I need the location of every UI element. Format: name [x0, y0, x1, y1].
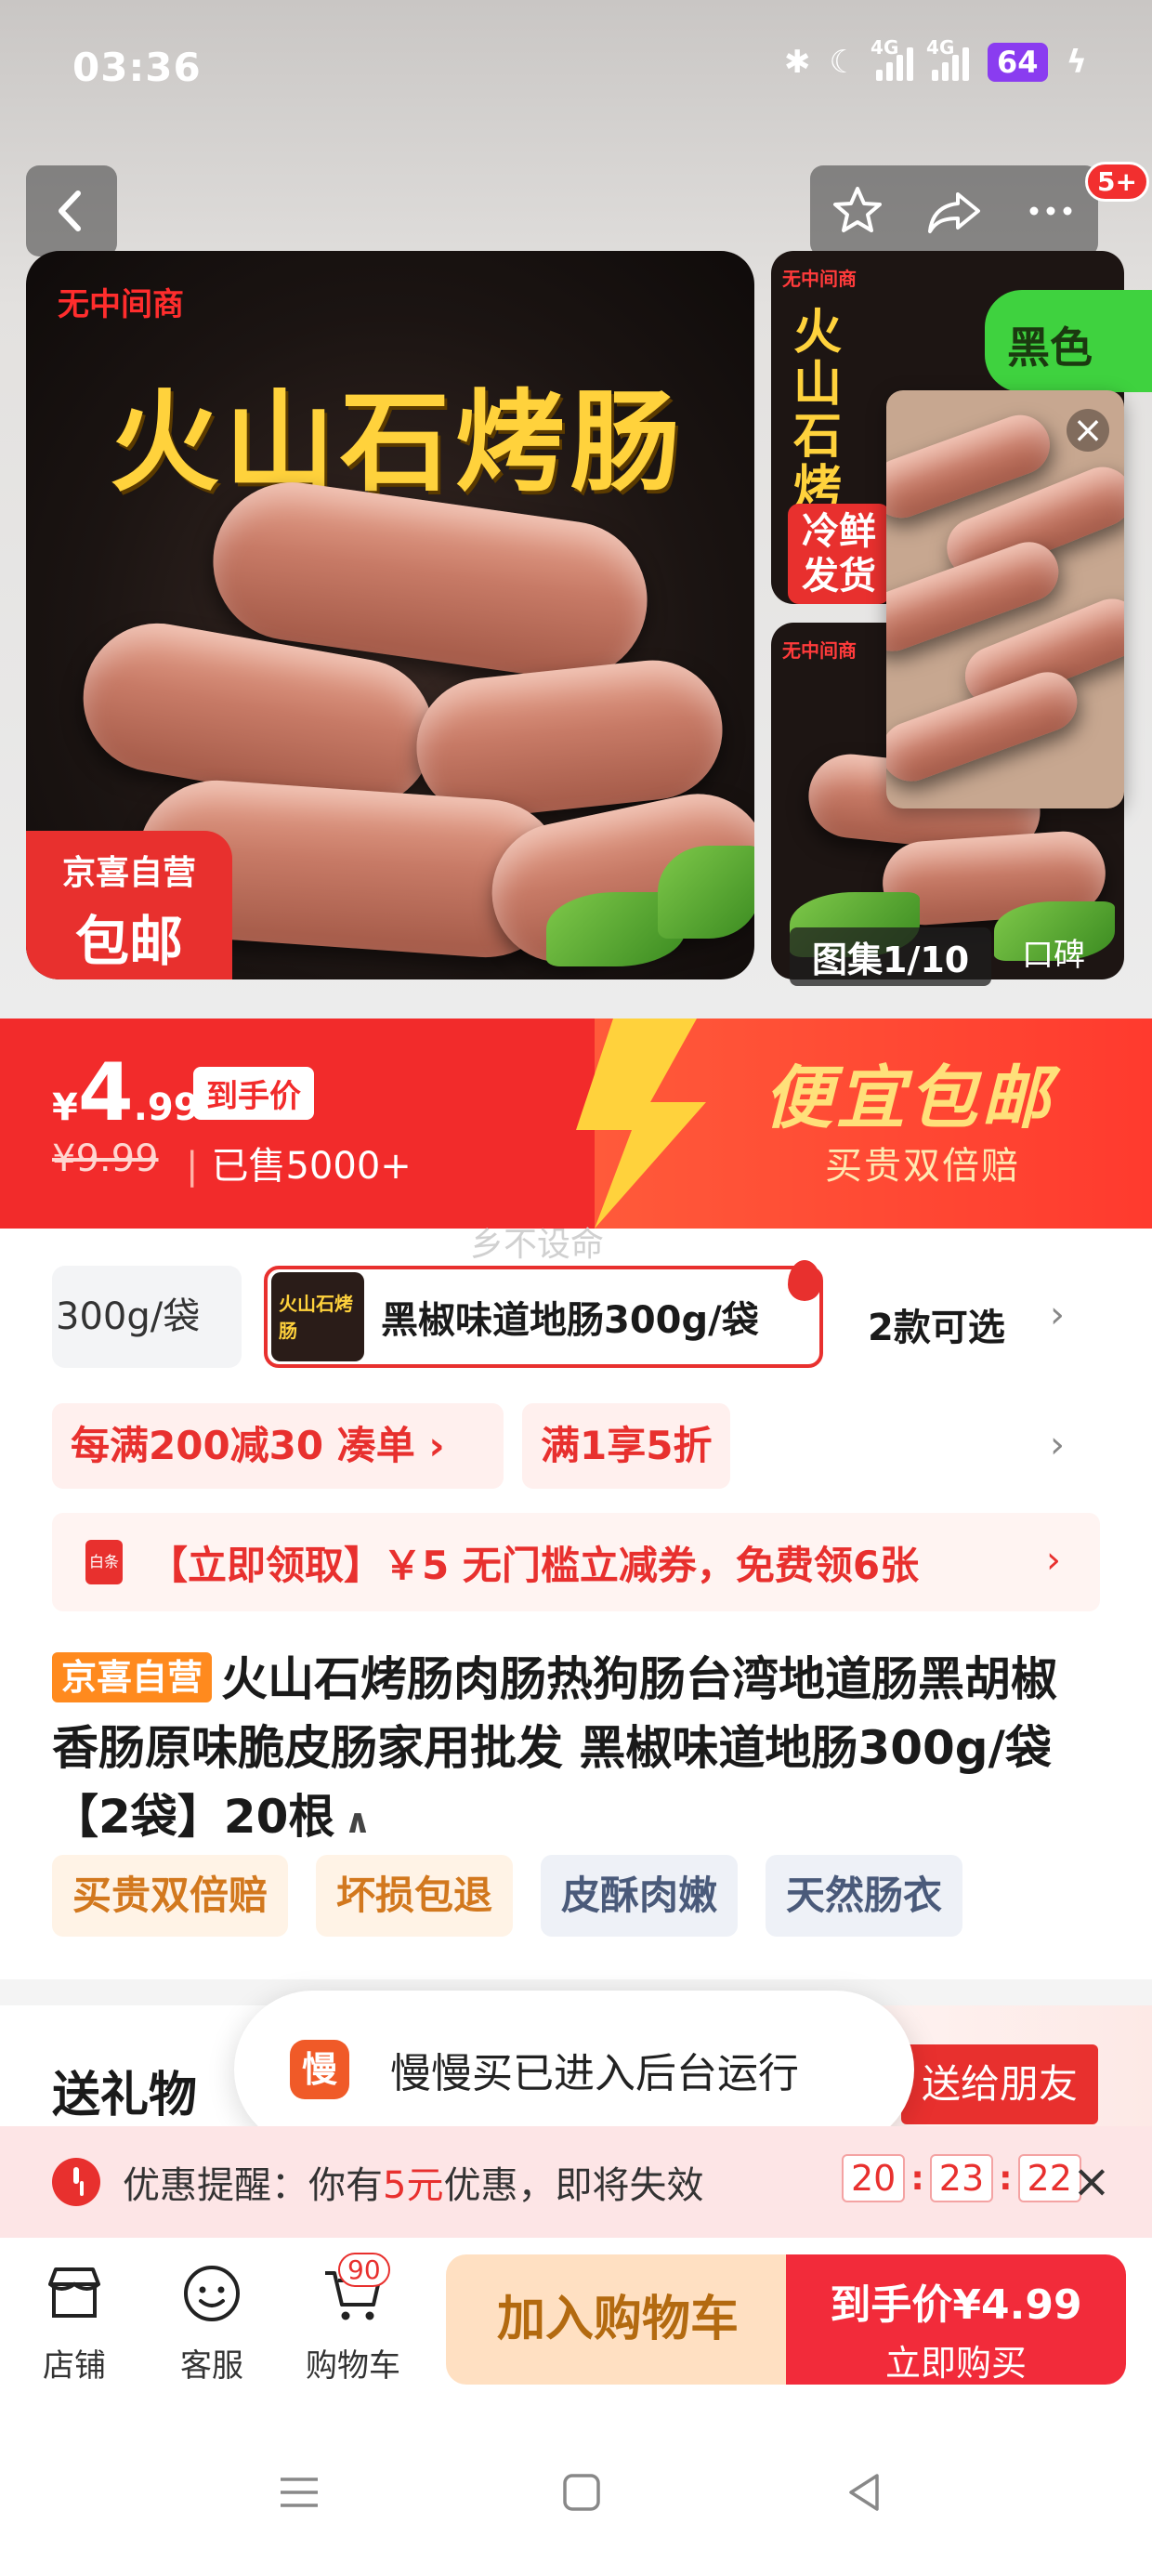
collapse-icon[interactable]: ∧	[344, 1803, 371, 1841]
system-navigation-bar	[0, 2414, 1152, 2576]
back-button[interactable]	[26, 165, 117, 256]
clock-icon	[52, 2158, 100, 2206]
variant-option-selected[interactable]: 火山石烤肠 黑椒味道地肠300g/袋	[264, 1266, 823, 1368]
toast-text: 慢慢买已进入后台运行	[390, 2050, 799, 2097]
price-banner: ¥4.99 到手价 ¥9.99 | 已售5000+ 便宜包邮 买贵双倍赔	[0, 1019, 1152, 1229]
add-to-cart-button[interactable]: 加入购物车	[446, 2254, 790, 2385]
chat-icon	[184, 2266, 240, 2321]
customer-service-button[interactable]: 客服	[156, 2260, 268, 2385]
watermark-text: 乡不设命	[470, 1226, 605, 1264]
floating-video[interactable]: ×	[886, 390, 1124, 808]
thumb-stamp: 冷鲜发货	[788, 504, 890, 604]
service-tag: 买贵双倍赔	[52, 1855, 289, 1937]
reminder-text: 优惠提醒：你有5元优惠，即将失效	[123, 2164, 704, 2207]
product-title: 京喜自营 火山石烤肠肉肠热狗肠台湾地道肠黑胡椒香肠原味脆皮肠家用批发 黑椒味道地肠…	[52, 1652, 1058, 1844]
cart-button[interactable]: 90 购物车	[297, 2253, 409, 2385]
share-icon[interactable]	[924, 183, 984, 239]
close-video-button[interactable]: ×	[1067, 409, 1109, 452]
gift-title: 送礼物	[52, 2068, 198, 2123]
first-order-chip[interactable]: 满1享5折	[522, 1403, 731, 1489]
moon-icon: ☾	[829, 44, 858, 81]
variant-thumbnail: 火山石烤肠	[271, 1272, 364, 1361]
chevron-right-icon[interactable]: ›	[1050, 1424, 1065, 1466]
variant-count[interactable]: 2款可选	[868, 1297, 1005, 1351]
lettuce-graphic	[658, 846, 754, 939]
promo-subtitle: 买贵双倍赔	[825, 1145, 1020, 1188]
side-color-tag: 黑色	[985, 290, 1152, 392]
current-price: ¥4.99	[52, 1046, 200, 1139]
main-image-top-tag: 无中间商	[58, 286, 184, 323]
final-price-tag: 到手价	[193, 1067, 314, 1120]
variant-option[interactable]: 300g/袋	[52, 1266, 242, 1368]
service-tag: 皮酥肉嫩	[541, 1855, 739, 1937]
variant-label: 黑椒味道地肠300g/袋	[381, 1299, 759, 1342]
more-icon[interactable]	[1023, 183, 1079, 239]
promo-title: 便宜包邮	[764, 1058, 1054, 1138]
header-actions	[810, 165, 1098, 256]
close-icon[interactable]: ×	[1072, 2154, 1111, 2208]
status-bar: 03:36 ✱ ☾ 4G 4G 64 ϟ	[0, 0, 1152, 139]
buy-now-button[interactable]: 到手价¥4.99 立即购买	[786, 2254, 1126, 2385]
chevron-right-icon: ›	[1046, 1539, 1061, 1582]
battery-indicator: 64	[988, 43, 1048, 82]
send-gift-button[interactable]: 送给朋友	[901, 2044, 1098, 2124]
menu-icon[interactable]	[275, 2468, 323, 2517]
home-icon[interactable]	[557, 2468, 606, 2517]
toast-notification: 慢 慢慢买已进入后台运行	[234, 1991, 914, 2149]
original-price: ¥9.99	[52, 1137, 159, 1180]
chevron-right-icon[interactable]: ›	[1050, 1294, 1065, 1336]
coupon-text: 【立即领取】￥5 无门槛立减券，免费领6张	[149, 1542, 920, 1588]
main-image-title: 火山石烤肠	[110, 377, 687, 506]
main-product-image[interactable]: 无中间商 火山石烤肠 京喜自营 包邮	[26, 251, 754, 979]
app-icon: 慢	[290, 2040, 349, 2099]
variant-selector: 300g/袋 火山石烤肠 黑椒味道地肠300g/袋 2款可选 ›	[0, 1260, 1152, 1373]
star-icon[interactable]	[830, 183, 885, 239]
discount-reminder: 优惠提醒：你有5元优惠，即将失效 20: 23: 22 ×	[0, 2126, 1152, 2238]
service-tag: 天然肠衣	[766, 1855, 963, 1937]
countdown-timer: 20: 23: 22	[842, 2154, 1081, 2202]
store-icon	[48, 2267, 100, 2318]
signal-icon-2: 4G	[926, 36, 970, 81]
sold-count: | 已售5000+	[186, 1145, 412, 1188]
lightning-icon	[576, 1019, 706, 1229]
charging-icon: ϟ	[1066, 44, 1087, 81]
chevron-left-icon	[59, 191, 81, 231]
back-icon[interactable]	[840, 2468, 888, 2517]
hot-flame-icon	[788, 1260, 821, 1301]
discount-chip[interactable]: 每满200减30 凑单 ›	[52, 1403, 504, 1489]
bottom-action-bar: 店铺 客服 90 购物车 加入购物车 到手价¥4.99 立即购买	[0, 2238, 1152, 2414]
gallery-counter[interactable]: 图集1/10	[790, 927, 992, 986]
service-tags: 买贵双倍赔 坏损包退 皮酥肉嫩 天然肠衣	[52, 1855, 963, 1937]
koubei-link[interactable]: 口碑	[1022, 929, 1085, 975]
coupon-icon: 白条	[85, 1540, 123, 1584]
signal-icon: 4G	[871, 36, 914, 81]
status-time: 03:36	[72, 45, 202, 90]
shop-button[interactable]: 店铺	[19, 2260, 130, 2385]
cart-count-badge: 90	[338, 2253, 390, 2287]
service-tag: 坏损包退	[316, 1855, 514, 1937]
self-operated-badge: 京喜自营 包邮	[26, 831, 232, 979]
promotion-row: 每满200减30 凑单 › 满1享5折 ›	[52, 1403, 1102, 1489]
bluetooth-icon: ✱	[784, 44, 811, 81]
message-badge: 5+	[1085, 162, 1149, 202]
status-icons: ✱ ☾ 4G 4G 64 ϟ	[784, 36, 1087, 82]
self-operated-tag: 京喜自营	[52, 1652, 213, 1702]
coupon-banner[interactable]: 白条 【立即领取】￥5 无门槛立减券，免费领6张 ›	[52, 1513, 1100, 1611]
